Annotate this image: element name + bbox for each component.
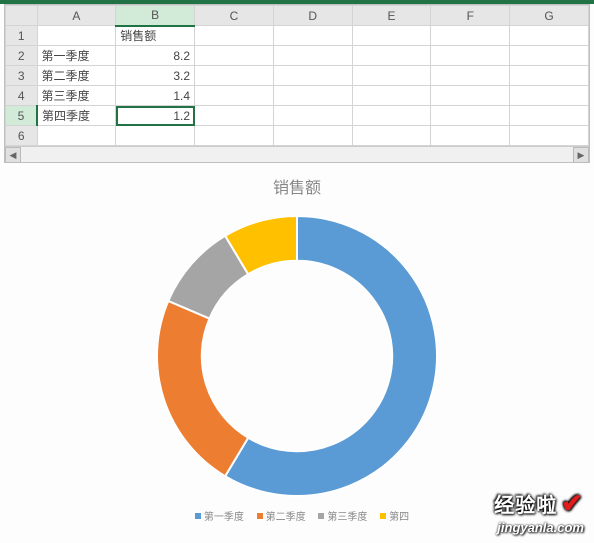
cell-G2[interactable] bbox=[510, 46, 589, 66]
table-row: 3 第二季度 3.2 bbox=[6, 66, 589, 86]
cell-D2[interactable] bbox=[273, 46, 352, 66]
cell-A6[interactable] bbox=[37, 126, 116, 146]
chart-area[interactable]: 销售额 第一季度 第二季度 第三季度 第四 经验啦✔ jingyanla.com bbox=[0, 168, 594, 543]
spreadsheet-grid[interactable]: A B C D E F G 1 销售额 2 第一季度 bbox=[4, 4, 590, 163]
cell-G4[interactable] bbox=[510, 86, 589, 106]
legend-swatch-4 bbox=[380, 513, 386, 519]
table-row: 4 第三季度 1.4 bbox=[6, 86, 589, 106]
row-header-3[interactable]: 3 bbox=[6, 66, 38, 86]
chart-title: 销售额 bbox=[0, 174, 594, 198]
cell-C6[interactable] bbox=[195, 126, 274, 146]
table-row: 2 第一季度 8.2 bbox=[6, 46, 589, 66]
legend-swatch-3 bbox=[318, 513, 324, 519]
cell-D6[interactable] bbox=[273, 126, 352, 146]
cell-A5[interactable]: 第四季度 bbox=[37, 106, 116, 126]
cell-G6[interactable] bbox=[510, 126, 589, 146]
cell-E5[interactable] bbox=[352, 106, 431, 126]
cell-F2[interactable] bbox=[431, 46, 510, 66]
cell-E4[interactable] bbox=[352, 86, 431, 106]
legend-label-3: 第三季度 bbox=[327, 512, 367, 523]
cell-G3[interactable] bbox=[510, 66, 589, 86]
cell-D4[interactable] bbox=[273, 86, 352, 106]
cell-F4[interactable] bbox=[431, 86, 510, 106]
scroll-left-icon[interactable]: ◀ bbox=[5, 147, 21, 163]
scroll-right-icon[interactable]: ▶ bbox=[573, 147, 589, 163]
cell-B3[interactable]: 3.2 bbox=[116, 66, 195, 86]
cell-A1[interactable] bbox=[37, 26, 116, 46]
cell-F1[interactable] bbox=[431, 26, 510, 46]
col-header-E[interactable]: E bbox=[352, 6, 431, 26]
checkmark-icon: ✔ bbox=[561, 488, 584, 518]
legend-label-2: 第二季度 bbox=[266, 512, 306, 523]
horizontal-scrollbar[interactable]: ◀ ▶ bbox=[5, 146, 589, 162]
row-header-1[interactable]: 1 bbox=[6, 26, 38, 46]
cell-B5[interactable]: 1.2 bbox=[116, 106, 195, 126]
cell-B1[interactable]: 销售额 bbox=[116, 26, 195, 46]
cell-C2[interactable] bbox=[195, 46, 274, 66]
cell-G1[interactable] bbox=[510, 26, 589, 46]
watermark-text: 经验啦✔ bbox=[494, 488, 584, 519]
col-header-B[interactable]: B bbox=[116, 6, 195, 26]
cell-B6[interactable] bbox=[116, 126, 195, 146]
col-header-D[interactable]: D bbox=[273, 6, 352, 26]
row-header-6[interactable]: 6 bbox=[6, 126, 38, 146]
col-header-A[interactable]: A bbox=[37, 6, 116, 26]
table-row: 1 销售额 bbox=[6, 26, 589, 46]
cell-F3[interactable] bbox=[431, 66, 510, 86]
cell-E1[interactable] bbox=[352, 26, 431, 46]
watermark-url: jingyanla.com bbox=[497, 520, 584, 535]
table-row: 5 第四季度 1.2 bbox=[6, 106, 589, 126]
cell-G5[interactable] bbox=[510, 106, 589, 126]
legend-swatch-2 bbox=[257, 513, 263, 519]
cell-A3[interactable]: 第二季度 bbox=[37, 66, 116, 86]
donut-chart bbox=[147, 206, 447, 506]
cell-A2[interactable]: 第一季度 bbox=[37, 46, 116, 66]
legend-swatch-1 bbox=[195, 513, 201, 519]
row-header-5[interactable]: 5 bbox=[6, 106, 38, 126]
cell-A4[interactable]: 第三季度 bbox=[37, 86, 116, 106]
cell-B4[interactable]: 1.4 bbox=[116, 86, 195, 106]
cell-E3[interactable] bbox=[352, 66, 431, 86]
cell-C5[interactable] bbox=[195, 106, 274, 126]
legend-label-4: 第四 bbox=[389, 512, 409, 523]
table-row: 6 bbox=[6, 126, 589, 146]
cell-D3[interactable] bbox=[273, 66, 352, 86]
donut-slice-2 bbox=[157, 301, 248, 476]
col-header-F[interactable]: F bbox=[431, 6, 510, 26]
col-header-C[interactable]: C bbox=[195, 6, 274, 26]
cell-C4[interactable] bbox=[195, 86, 274, 106]
legend-label-1: 第一季度 bbox=[204, 512, 244, 523]
cell-D1[interactable] bbox=[273, 26, 352, 46]
col-header-G[interactable]: G bbox=[510, 6, 589, 26]
cell-F6[interactable] bbox=[431, 126, 510, 146]
row-header-2[interactable]: 2 bbox=[6, 46, 38, 66]
cell-C3[interactable] bbox=[195, 66, 274, 86]
cell-D5[interactable] bbox=[273, 106, 352, 126]
column-header-row: A B C D E F G bbox=[6, 6, 589, 26]
cell-E6[interactable] bbox=[352, 126, 431, 146]
cell-B2[interactable]: 8.2 bbox=[116, 46, 195, 66]
cell-E2[interactable] bbox=[352, 46, 431, 66]
cell-F5[interactable] bbox=[431, 106, 510, 126]
cell-C1[interactable] bbox=[195, 26, 274, 46]
select-all-corner[interactable] bbox=[6, 6, 38, 26]
row-header-4[interactable]: 4 bbox=[6, 86, 38, 106]
